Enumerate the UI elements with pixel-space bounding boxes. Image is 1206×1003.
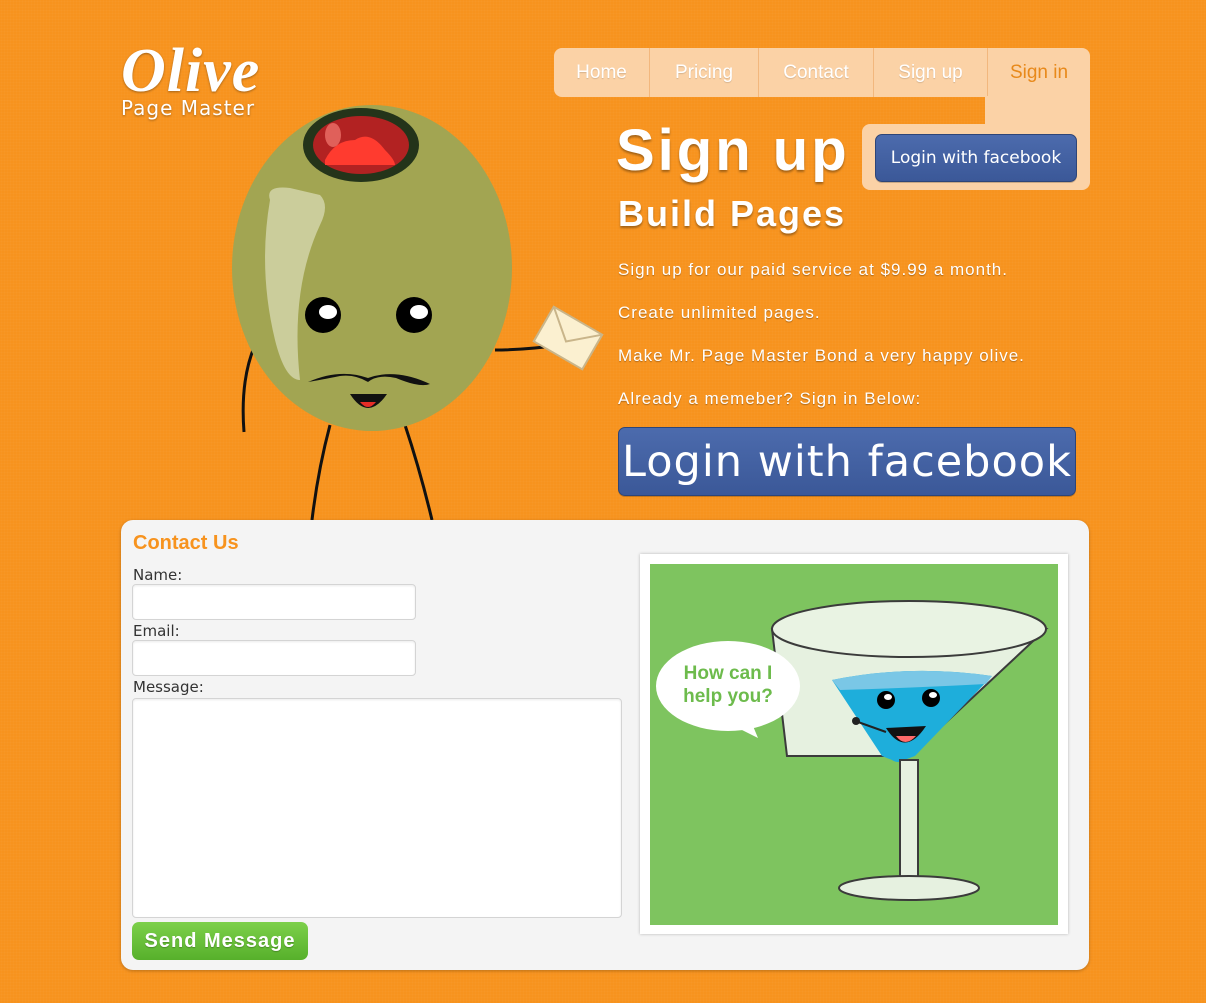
martini-glass-illustration: How can I help you?	[656, 600, 1049, 901]
contact-title: Contact Us	[133, 532, 239, 554]
hero-line-member: Already a memeber? Sign in Below:	[618, 389, 922, 408]
olive-mascot-illustration	[232, 105, 604, 521]
support-illustration: How can I help you?	[650, 564, 1058, 925]
nav-item-sign-in[interactable]: Sign in	[988, 48, 1090, 97]
contact-panel: Contact Us Name: Email: Message: Send Me…	[121, 520, 1089, 970]
facebook-login-button-large[interactable]: Login with facebook	[618, 427, 1076, 496]
message-textarea[interactable]	[132, 698, 622, 918]
facebook-login-button-small[interactable]: Login with facebook	[875, 134, 1077, 182]
nav-item-pricing[interactable]: Pricing	[650, 48, 759, 97]
message-label: Message:	[133, 678, 204, 696]
email-input[interactable]	[132, 640, 416, 676]
nav-item-sign-up[interactable]: Sign up	[874, 48, 988, 97]
logo-title: Olive	[121, 37, 261, 105]
main-nav: Home Pricing Contact Sign up Sign in	[554, 48, 1090, 97]
sign-in-tab-extension	[985, 96, 1090, 126]
email-label: Email:	[133, 622, 180, 640]
page-title: Sign up	[616, 118, 850, 183]
send-message-button[interactable]: Send Message	[132, 922, 308, 960]
speech-bubble-line-2: help you?	[683, 686, 773, 707]
hero-line-olive: Make Mr. Page Master Bond a very happy o…	[618, 346, 1025, 365]
page-subtitle: Build Pages	[618, 193, 847, 234]
speech-bubble-line-1: How can I	[684, 663, 773, 684]
support-illustration-frame: How can I help you?	[640, 554, 1068, 934]
nav-item-contact[interactable]: Contact	[759, 48, 874, 97]
hero-line-price: Sign up for our paid service at $9.99 a …	[618, 260, 1008, 279]
nav-item-home[interactable]: Home	[554, 48, 650, 97]
name-label: Name:	[133, 566, 183, 584]
hero-line-pages: Create unlimited pages.	[618, 303, 821, 322]
name-input[interactable]	[132, 584, 416, 620]
